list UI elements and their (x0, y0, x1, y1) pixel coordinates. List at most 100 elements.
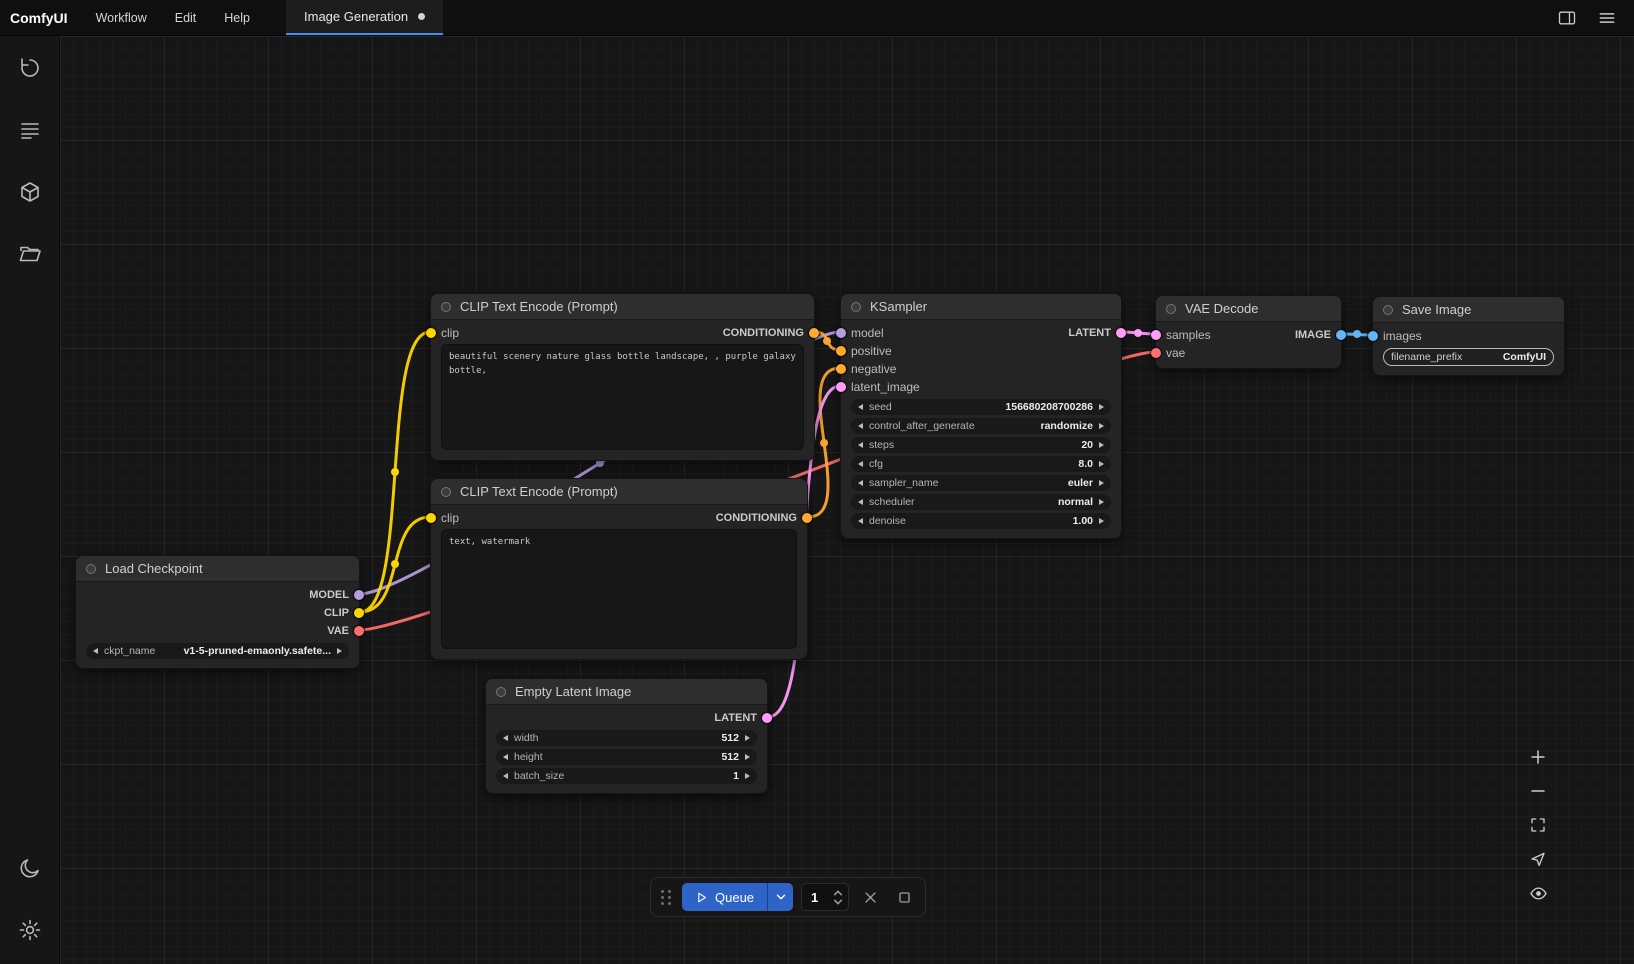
node-load-checkpoint[interactable]: Load Checkpoint MODEL CLIP VAE ckpt_name… (75, 555, 360, 669)
collapse-toggle[interactable] (851, 302, 861, 312)
input-port-positive[interactable] (836, 346, 846, 356)
input-port-vae[interactable] (1151, 348, 1161, 358)
node-header[interactable]: Empty Latent Image (486, 679, 767, 705)
node-graph-canvas[interactable]: Load Checkpoint MODEL CLIP VAE ckpt_name… (60, 36, 1634, 964)
input-port-negative[interactable] (836, 364, 846, 374)
widget-ckpt-name[interactable]: ckpt_name v1-5-pruned-emaonly.safete... (86, 643, 349, 659)
output-port-latent[interactable] (1116, 328, 1126, 338)
input-port-clip[interactable] (426, 513, 436, 523)
increment-arrow-icon[interactable] (745, 735, 750, 741)
visibility-toggle-button[interactable] (1522, 878, 1554, 908)
step-up-icon[interactable] (833, 890, 843, 896)
panel-toggle-button[interactable] (1554, 5, 1580, 31)
collapse-toggle[interactable] (1166, 304, 1176, 314)
theme-toggle-button[interactable] (12, 850, 48, 886)
menu-help[interactable]: Help (224, 11, 250, 25)
menu-workflow[interactable]: Workflow (96, 11, 147, 25)
zoom-in-button[interactable] (1522, 742, 1554, 772)
sidebar-history-button[interactable] (12, 50, 48, 86)
fit-view-button[interactable] (1522, 810, 1554, 840)
widget-cfg[interactable]: cfg 8.0 (851, 456, 1111, 472)
hamburger-menu-button[interactable] (1594, 5, 1620, 31)
clear-queue-button[interactable] (857, 884, 883, 910)
node-header[interactable]: Load Checkpoint (76, 556, 359, 582)
decrement-arrow-icon[interactable] (858, 442, 863, 448)
output-port-conditioning[interactable] (809, 328, 819, 338)
next-value-arrow-icon[interactable] (1099, 499, 1104, 505)
prev-value-arrow-icon[interactable] (858, 423, 863, 429)
prev-value-arrow-icon[interactable] (93, 648, 98, 654)
prev-value-arrow-icon[interactable] (858, 480, 863, 486)
settings-button[interactable] (12, 912, 48, 948)
batch-count-input[interactable]: 1 (801, 883, 849, 911)
collapse-toggle[interactable] (441, 487, 451, 497)
widget-scheduler[interactable]: scheduler normal (851, 494, 1111, 510)
output-port-image[interactable] (1336, 330, 1346, 340)
widget-height[interactable]: height 512 (496, 749, 757, 765)
decrement-arrow-icon[interactable] (503, 754, 508, 760)
decrement-arrow-icon[interactable] (503, 735, 508, 741)
output-port-vae[interactable] (354, 626, 364, 636)
zoom-out-button[interactable] (1522, 776, 1554, 806)
increment-arrow-icon[interactable] (1099, 442, 1104, 448)
queue-options-dropdown[interactable] (767, 883, 793, 911)
widget-sampler-name[interactable]: sampler_name euler (851, 475, 1111, 491)
collapse-toggle[interactable] (496, 687, 506, 697)
widget-seed[interactable]: seed 156680208700286 (851, 399, 1111, 415)
widget-control-after-generate[interactable]: control_after_generate randomize (851, 418, 1111, 434)
increment-arrow-icon[interactable] (1099, 404, 1104, 410)
node-header[interactable]: CLIP Text Encode (Prompt) (431, 479, 807, 505)
decrement-arrow-icon[interactable] (503, 773, 508, 779)
prompt-textarea[interactable]: beautiful scenery nature glass bottle la… (441, 344, 804, 450)
decrement-arrow-icon[interactable] (858, 518, 863, 524)
increment-arrow-icon[interactable] (1099, 461, 1104, 467)
widget-width[interactable]: width 512 (496, 730, 757, 746)
node-empty-latent-image[interactable]: Empty Latent Image LATENT width 512 heig… (485, 678, 768, 794)
input-port-samples[interactable] (1151, 330, 1161, 340)
widget-filename-prefix[interactable]: filename_prefix ComfyUI (1383, 348, 1554, 366)
next-value-arrow-icon[interactable] (337, 648, 342, 654)
collapse-toggle[interactable] (441, 302, 451, 312)
node-header[interactable]: KSampler (841, 294, 1121, 320)
node-clip-text-encode-positive[interactable]: CLIP Text Encode (Prompt) clip CONDITION… (430, 293, 815, 461)
output-port-clip[interactable] (354, 608, 364, 618)
input-port-clip[interactable] (426, 328, 436, 338)
menu-edit[interactable]: Edit (175, 11, 197, 25)
increment-arrow-icon[interactable] (745, 773, 750, 779)
sidebar-model-library-button[interactable] (12, 174, 48, 210)
increment-arrow-icon[interactable] (1099, 518, 1104, 524)
stop-button[interactable] (891, 884, 917, 910)
node-ksampler[interactable]: KSampler model LATENT positive negative … (840, 293, 1122, 539)
node-header[interactable]: CLIP Text Encode (Prompt) (431, 294, 814, 320)
decrement-arrow-icon[interactable] (858, 404, 863, 410)
node-vae-decode[interactable]: VAE Decode samples IMAGE vae (1155, 295, 1342, 369)
node-header[interactable]: Save Image (1373, 297, 1564, 323)
next-value-arrow-icon[interactable] (1099, 423, 1104, 429)
input-port-model[interactable] (836, 328, 846, 338)
node-header[interactable]: VAE Decode (1156, 296, 1341, 322)
widget-steps[interactable]: steps 20 (851, 437, 1111, 453)
next-value-arrow-icon[interactable] (1099, 480, 1104, 486)
increment-arrow-icon[interactable] (745, 754, 750, 760)
output-port-model[interactable] (354, 590, 364, 600)
workflow-tab[interactable]: Image Generation (286, 0, 443, 35)
prev-value-arrow-icon[interactable] (858, 499, 863, 505)
prompt-textarea[interactable]: text, watermark (441, 529, 797, 649)
output-port-conditioning[interactable] (802, 513, 812, 523)
node-clip-text-encode-negative[interactable]: CLIP Text Encode (Prompt) clip CONDITION… (430, 478, 808, 660)
decrement-arrow-icon[interactable] (858, 461, 863, 467)
collapse-toggle[interactable] (86, 564, 96, 574)
widget-denoise[interactable]: denoise 1.00 (851, 513, 1111, 529)
input-port-images[interactable] (1368, 331, 1378, 341)
select-mode-button[interactable] (1522, 844, 1554, 874)
input-port-latent-image[interactable] (836, 382, 846, 392)
sidebar-workflows-button[interactable] (12, 236, 48, 272)
collapse-toggle[interactable] (1383, 305, 1393, 315)
output-port-latent[interactable] (762, 713, 772, 723)
step-down-icon[interactable] (833, 899, 843, 905)
node-save-image[interactable]: Save Image images filename_prefix ComfyU… (1372, 296, 1565, 376)
queue-button[interactable]: Queue (682, 883, 767, 911)
sidebar-node-library-button[interactable] (12, 112, 48, 148)
drag-handle[interactable] (659, 888, 674, 907)
widget-batch-size[interactable]: batch_size 1 (496, 768, 757, 784)
